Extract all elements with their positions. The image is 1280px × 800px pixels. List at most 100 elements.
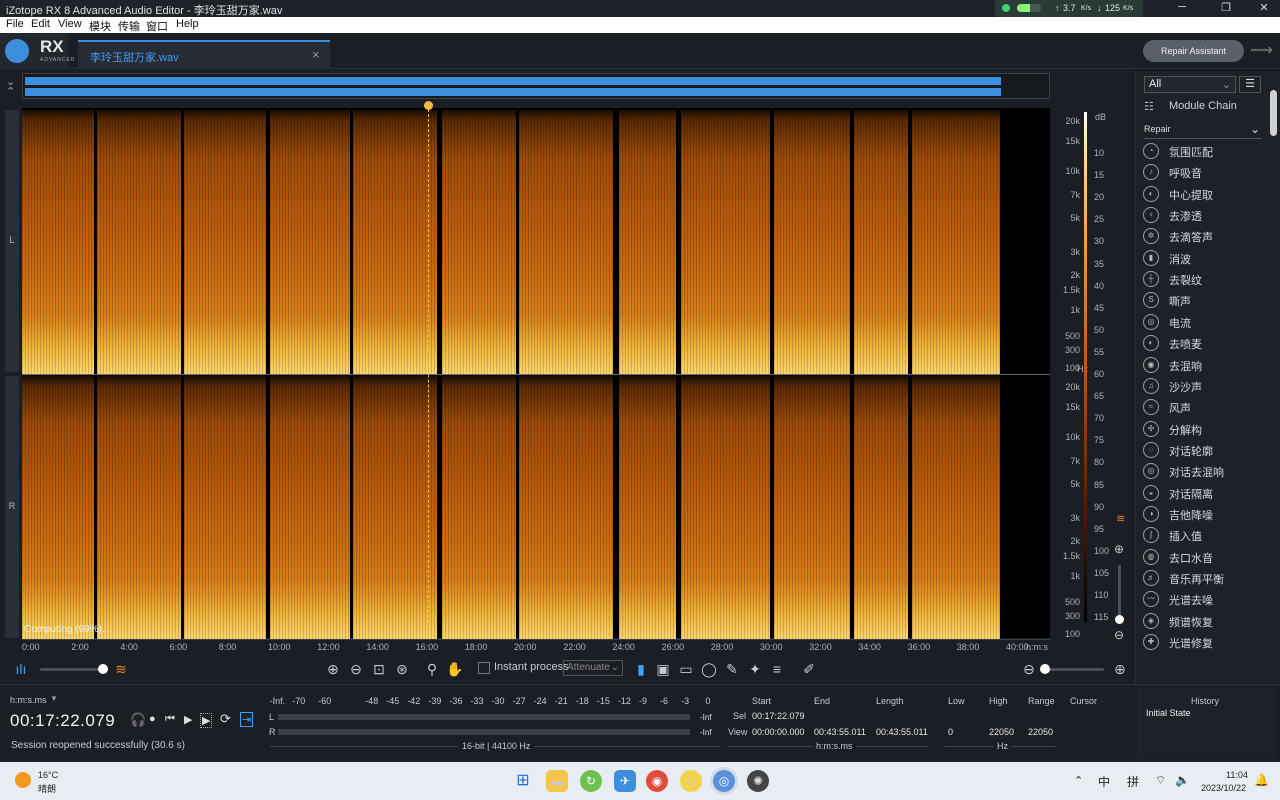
spectrogram-view[interactable]: Computing (99%)... [22,108,1050,640]
zoom-in-horizontal-icon[interactable]: ⊕ [1111,660,1129,678]
module-item[interactable]: ◒ 对话隔离 [1143,483,1268,504]
magic-wand-icon[interactable]: ✦ [746,660,764,678]
spectrogram-view-icon[interactable]: ≋ [112,660,130,678]
clock-time[interactable]: 11:04 [1226,770,1248,780]
horizontal-zoom-slider[interactable] [1040,664,1104,674]
monitor-icon[interactable]: 🎧 [130,712,146,728]
module-item[interactable]: ♀ 去渗透 [1143,205,1268,226]
channel-right-tab[interactable]: R [5,376,19,638]
zoom-selection-icon[interactable]: ⊡ [370,660,388,678]
module-item[interactable]: ◐ 去喷麦 [1143,333,1268,354]
zoom-out-icon[interactable]: ⊖ [347,660,365,678]
waveform-overview[interactable] [22,73,1050,99]
sel-start-value[interactable]: 00:17:22.079 [752,711,805,721]
close-window-icon[interactable]: ✕ [1250,1,1278,16]
time-select-icon[interactable]: ▮ [632,660,650,678]
skip-back-icon[interactable]: ⏮ [165,713,175,726]
module-item[interactable]: ♬ 音乐再平衡 [1143,568,1268,589]
maximize-icon[interactable]: ❐ [1212,1,1240,16]
module-item[interactable]: ◍ 去口水音 [1143,547,1268,568]
zoom-in-vertical-icon[interactable]: ⊕ [1114,542,1124,556]
module-filter-select[interactable]: All ⌄ [1144,76,1236,93]
module-item[interactable]: ◐ 中心提取 [1143,184,1268,205]
playhead-marker-icon[interactable] [424,101,433,110]
magnify-icon[interactable]: ⚲ [423,660,441,678]
zoom-out-vertical-icon[interactable]: ⊖ [1114,628,1124,642]
module-item[interactable]: ✣ 分解构 [1143,419,1268,440]
waveform-view-icon[interactable]: ılı [12,660,30,678]
close-tab-icon[interactable]: × [312,47,320,62]
rect-select-icon[interactable]: ▭ [677,660,695,678]
menu-modules[interactable]: 模块 [89,18,111,34]
izotope-taskbar-icon[interactable]: ◎ [713,770,735,792]
app-green-icon[interactable]: ↻ [580,770,602,792]
module-item[interactable]: ◔ 氛围匹配 [1143,141,1268,162]
harmonic-select-icon[interactable]: ≡ [768,660,786,678]
module-item[interactable]: ◈ 频谱恢复 [1143,611,1268,632]
weather-sun-icon[interactable] [15,772,31,788]
format-dropdown-icon[interactable]: ▼ [50,694,58,703]
attenuate-select[interactable]: Attenuate ⌄ [563,660,623,676]
module-item[interactable]: ✲ 去滴答声 [1143,226,1268,247]
weather-temp[interactable]: 16°C [38,770,58,780]
view-end-value[interactable]: 00:43:55.011 [814,727,866,737]
collapse-overview-icon[interactable]: ⌄ ⌃ [0,73,22,103]
chrome-icon[interactable]: ◉ [646,770,668,792]
module-item[interactable]: ✚ 光谱修复 [1143,632,1268,653]
module-item[interactable]: ◑ 吉他降噪 [1143,504,1268,525]
volume-icon[interactable]: 🔈 [1175,773,1190,787]
wifi-icon[interactable]: ⌔ [1155,773,1166,788]
lasso-icon[interactable]: ◯ [700,660,718,678]
view-length-value[interactable]: 00:43:55.011 [876,727,928,737]
scroll-follow-icon[interactable]: ⇥ [240,712,254,727]
ime-chinese[interactable]: 中 [1098,773,1110,790]
brush-icon[interactable]: ✎ [723,660,741,678]
module-item[interactable]: ┼ 去裂纹 [1143,269,1268,290]
hand-tool-icon[interactable]: ✋ [446,660,464,678]
view-start-value[interactable]: 00:00:00.000 [752,727,805,737]
weather-desc[interactable]: 晴朗 [38,782,56,795]
menu-transport[interactable]: 传输 [118,18,140,34]
instant-process-checkbox[interactable] [478,662,490,674]
module-item[interactable]: ◎ 对话去混响 [1143,461,1268,482]
module-item[interactable]: ♪ 呼吸音 [1143,162,1268,183]
playhead-cursor[interactable] [428,104,429,638]
app-avatar-icon[interactable]: ☺ [680,770,702,792]
channel-left-tab[interactable]: L [5,110,19,372]
pencil-icon[interactable]: ✐ [800,660,818,678]
tray-chevron-icon[interactable]: ⌃ [1074,774,1083,787]
module-item[interactable]: 〰光谱去噪 [1143,589,1268,610]
module-item[interactable]: ◉ 去混响 [1143,355,1268,376]
module-item[interactable]: ◌ 对话轮廓 [1143,440,1268,461]
module-item[interactable]: ♫ 沙沙声 [1143,376,1268,397]
repair-assistant-button[interactable]: Repair Assistant [1143,40,1244,62]
file-tab[interactable]: 李玲玉甜万家.wav × [78,40,330,69]
module-item[interactable]: ∫ 插入值 [1143,525,1268,546]
loop-icon[interactable]: ⟳ [220,711,231,727]
file-explorer-icon[interactable]: ▬ [546,770,568,792]
zoom-fit-icon[interactable]: ⊛ [393,660,411,678]
notification-bell-icon[interactable]: 🔔 [1254,773,1269,787]
menu-window[interactable]: 窗口 [146,18,168,34]
low-value[interactable]: 0 [948,727,953,737]
menu-file[interactable]: File [6,18,24,30]
module-list-menu-icon[interactable]: ☰ [1239,76,1261,93]
ime-pinyin[interactable]: 拼 [1127,773,1139,790]
menu-view[interactable]: View [58,18,82,30]
freq-select-icon[interactable]: ▣ [654,660,672,678]
zoom-in-icon[interactable]: ⊕ [324,660,342,678]
start-icon[interactable]: ⊞ [512,770,534,792]
play-selection-icon[interactable]: ▶ [200,713,213,728]
waveform-spectrogram-blend-slider[interactable] [40,664,108,674]
module-item[interactable]: ◎ 电流 [1143,312,1268,333]
zoom-out-horizontal-icon[interactable]: ⊖ [1020,660,1038,678]
vertical-zoom-slider[interactable] [1115,565,1124,624]
module-panel-scrollbar[interactable] [1270,90,1278,380]
clock-date[interactable]: 2023/10/22 [1201,783,1246,793]
repair-assistant-icon[interactable]: ⟿ [1250,40,1274,62]
history-initial-state[interactable]: Initial State [1146,708,1191,718]
minimize-icon[interactable]: ─ [1168,1,1196,16]
menu-edit[interactable]: Edit [31,18,50,30]
app-dark-icon[interactable]: ✺ [747,770,769,792]
app-blue-icon[interactable]: ✈ [614,770,636,792]
